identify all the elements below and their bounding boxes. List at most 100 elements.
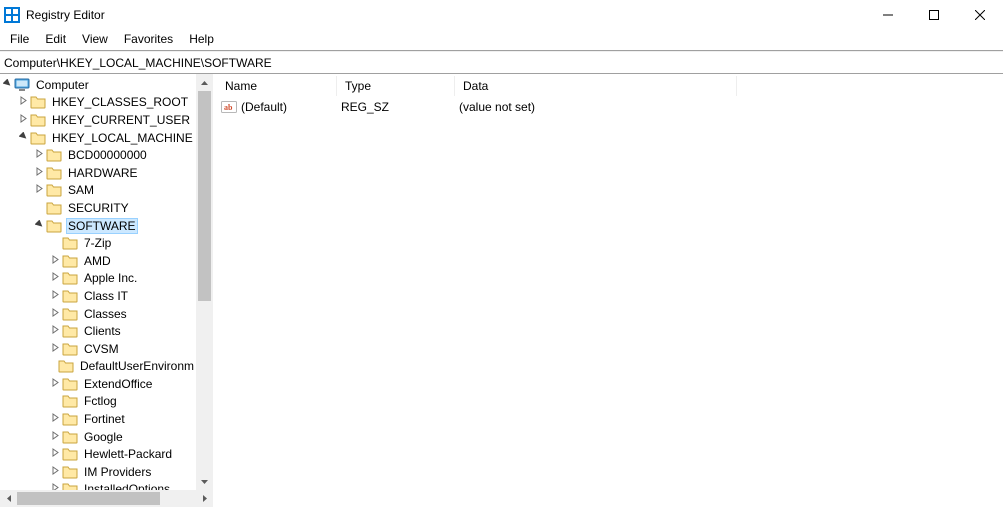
window-title: Registry Editor <box>26 8 105 22</box>
horizontal-scrollbar <box>0 490 1003 507</box>
tree-node[interactable]: 7-Zip <box>0 234 196 252</box>
tree-node[interactable]: SAM <box>0 182 196 200</box>
expand-toggle[interactable] <box>48 272 62 284</box>
content-area: Computer HKEY_CLASSES_ROOT HKEY_CURRENT_US… <box>0 74 1003 490</box>
expand-toggle[interactable] <box>16 132 30 144</box>
tree-node-label: SAM <box>66 183 96 197</box>
tree-node[interactable]: SECURITY <box>0 199 196 217</box>
tree-node-label: HKEY_LOCAL_MACHINE <box>50 131 195 145</box>
tree-node[interactable]: HKEY_CLASSES_ROOT <box>0 94 196 112</box>
scroll-right-button[interactable] <box>196 490 213 507</box>
column-header-type[interactable]: Type <box>337 76 455 96</box>
expand-toggle[interactable] <box>48 255 62 267</box>
expand-toggle[interactable] <box>16 114 30 126</box>
expand-toggle[interactable] <box>32 167 46 179</box>
tree-node-label: HARDWARE <box>66 166 140 180</box>
app-icon <box>4 7 20 23</box>
scroll-track[interactable] <box>196 91 213 473</box>
tree-node-label: AMD <box>82 254 113 268</box>
tree-node[interactable]: ExtendOffice <box>0 375 196 393</box>
expand-toggle[interactable] <box>48 413 62 425</box>
menu-file[interactable]: File <box>2 31 37 47</box>
value-type: REG_SZ <box>337 100 455 114</box>
tree-node-label: Fortinet <box>82 412 127 426</box>
address-input[interactable] <box>4 56 999 70</box>
tree-node[interactable]: Google <box>0 428 196 446</box>
tree-node-label: HKEY_CLASSES_ROOT <box>50 95 190 109</box>
scroll-thumb[interactable] <box>17 492 160 505</box>
menu-help[interactable]: Help <box>181 31 222 47</box>
tree-node[interactable]: HKEY_LOCAL_MACHINE <box>0 129 196 147</box>
menu-bar: File Edit View Favorites Help <box>0 30 1003 50</box>
tree-node-label: Apple Inc. <box>82 271 139 285</box>
tree-node-label: 7-Zip <box>82 236 113 250</box>
tree-node-label: HKEY_CURRENT_USER <box>50 113 192 127</box>
expand-toggle[interactable] <box>48 431 62 443</box>
scroll-down-button[interactable] <box>196 473 213 490</box>
scroll-thumb[interactable] <box>198 91 211 301</box>
expand-toggle[interactable] <box>48 343 62 355</box>
string-value-icon <box>221 99 237 115</box>
list-row[interactable]: (Default)REG_SZ(value not set) <box>217 98 1003 116</box>
tree-node-label: Google <box>82 430 125 444</box>
minimize-button[interactable] <box>865 0 911 30</box>
vertical-scrollbar[interactable] <box>196 74 213 490</box>
tree-node[interactable]: Classes <box>0 305 196 323</box>
tree-node[interactable]: IM Providers <box>0 463 196 481</box>
tree-node[interactable]: Computer <box>0 76 196 94</box>
scroll-up-button[interactable] <box>196 74 213 91</box>
minimize-icon <box>883 10 893 20</box>
tree-node[interactable]: Clients <box>0 322 196 340</box>
tree-node[interactable]: InstalledOptions <box>0 481 196 490</box>
tree-node-label: IM Providers <box>82 465 153 479</box>
values-pane: Name Type Data (Default)REG_SZ(value not… <box>217 74 1003 490</box>
expand-toggle[interactable] <box>48 466 62 478</box>
tree-node[interactable]: HKEY_CURRENT_USER <box>0 111 196 129</box>
registry-tree: Computer HKEY_CLASSES_ROOT HKEY_CURRENT_US… <box>0 74 196 490</box>
tree-node[interactable]: SOFTWARE <box>0 217 196 235</box>
column-header-data[interactable]: Data <box>455 76 737 96</box>
expand-toggle[interactable] <box>0 79 14 91</box>
expand-toggle[interactable] <box>16 96 30 108</box>
tree-scroll[interactable]: Computer HKEY_CLASSES_ROOT HKEY_CURRENT_US… <box>0 74 196 490</box>
expand-toggle[interactable] <box>48 290 62 302</box>
tree-node-label: CVSM <box>82 342 121 356</box>
tree-node-label: Computer <box>34 78 91 92</box>
scroll-left-button[interactable] <box>0 490 17 507</box>
tree-node-label: Classes <box>82 307 129 321</box>
title-bar: Registry Editor <box>0 0 1003 30</box>
tree-node[interactable]: BCD00000000 <box>0 146 196 164</box>
menu-edit[interactable]: Edit <box>37 31 74 47</box>
expand-toggle[interactable] <box>32 149 46 161</box>
close-button[interactable] <box>957 0 1003 30</box>
scroll-track[interactable] <box>17 490 196 507</box>
tree-node[interactable]: Fortinet <box>0 410 196 428</box>
tree-node[interactable]: Apple Inc. <box>0 270 196 288</box>
tree-node[interactable]: CVSM <box>0 340 196 358</box>
tree-node-label: BCD00000000 <box>66 148 149 162</box>
tree-node-label: Clients <box>82 324 123 338</box>
tree-node-label: Hewlett-Packard <box>82 447 174 461</box>
tree-node[interactable]: Fctlog <box>0 393 196 411</box>
scrollbar-filler <box>213 490 1003 507</box>
tree-node[interactable]: AMD <box>0 252 196 270</box>
tree-pane: Computer HKEY_CLASSES_ROOT HKEY_CURRENT_US… <box>0 74 213 490</box>
tree-node-label: SOFTWARE <box>66 218 138 234</box>
tree-node[interactable]: DefaultUserEnvironm <box>0 358 196 376</box>
expand-toggle[interactable] <box>48 378 62 390</box>
tree-node[interactable]: Hewlett-Packard <box>0 445 196 463</box>
tree-node-label: Class IT <box>82 289 130 303</box>
expand-toggle[interactable] <box>32 184 46 196</box>
maximize-button[interactable] <box>911 0 957 30</box>
tree-node-label: InstalledOptions <box>82 482 172 490</box>
tree-node[interactable]: Class IT <box>0 287 196 305</box>
expand-toggle[interactable] <box>48 448 62 460</box>
expand-toggle[interactable] <box>48 308 62 320</box>
tree-node-label: ExtendOffice <box>82 377 154 391</box>
column-header-name[interactable]: Name <box>217 76 337 96</box>
tree-node[interactable]: HARDWARE <box>0 164 196 182</box>
menu-view[interactable]: View <box>74 31 116 47</box>
expand-toggle[interactable] <box>32 220 46 232</box>
menu-favorites[interactable]: Favorites <box>116 31 181 47</box>
expand-toggle[interactable] <box>48 325 62 337</box>
